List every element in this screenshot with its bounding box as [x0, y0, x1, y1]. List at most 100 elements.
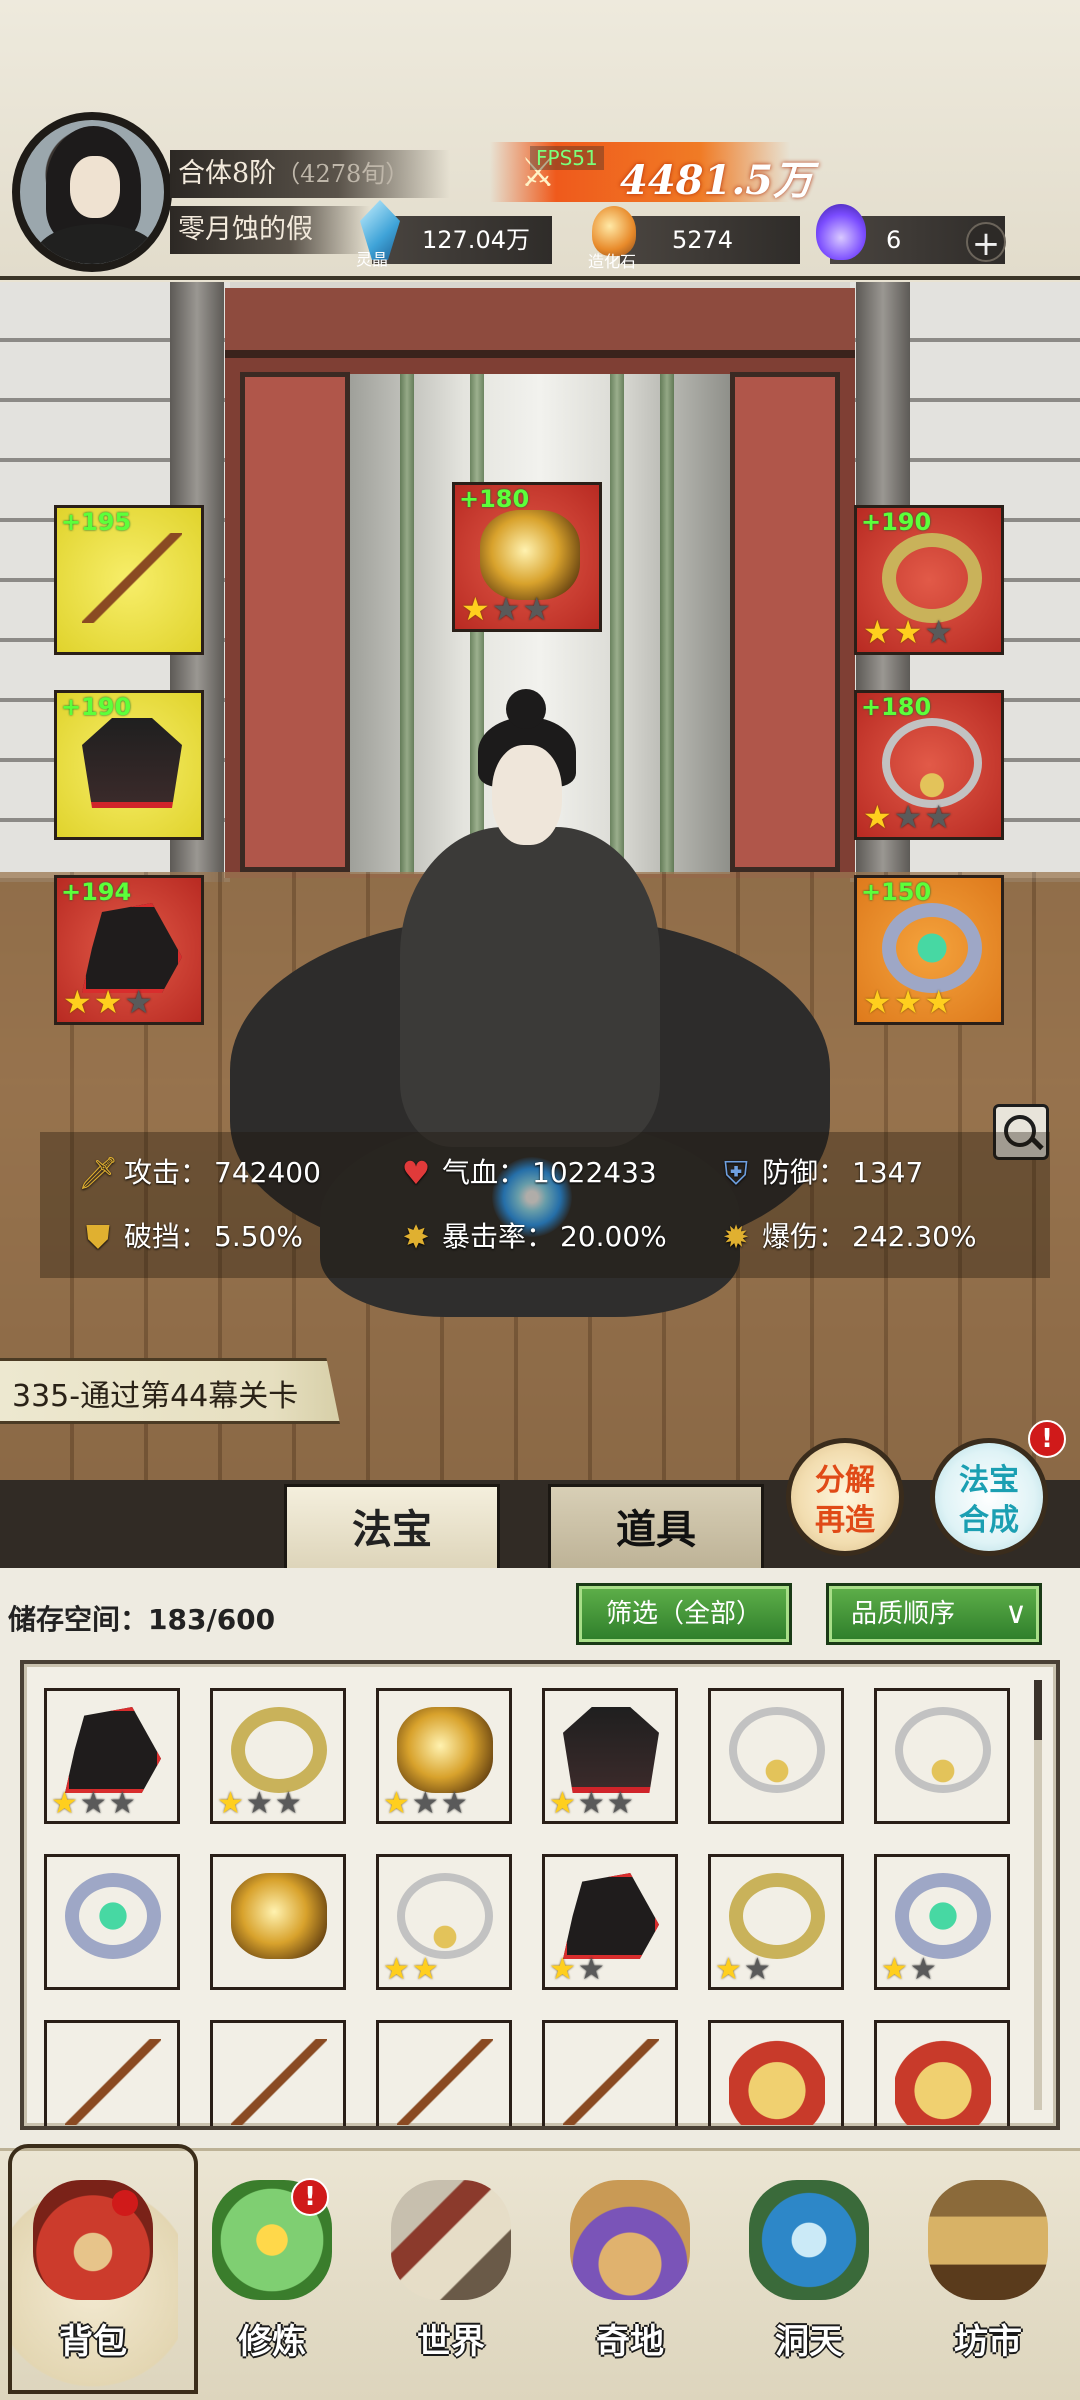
shield-icon: ⛨	[723, 1154, 748, 1192]
player-avatar[interactable]	[12, 112, 172, 272]
star-empty-icon: ★	[909, 1952, 937, 1987]
equip-slot-left-3[interactable]: +194 ★ ★ ★	[54, 875, 204, 1025]
nav-label: 坊市	[954, 2322, 1022, 2362]
star-empty-icon: ★	[491, 590, 521, 628]
equip-slot-left-1[interactable]: +195	[54, 505, 204, 655]
star-rating: ★ ★	[715, 1955, 771, 1985]
synth-line1: 法宝	[959, 1463, 1019, 1498]
storage-value: 183/600	[148, 1603, 276, 1636]
stat-hp: ♥ 气血： 1022433	[396, 1147, 657, 1199]
filter-button[interactable]: 筛选（全部）	[576, 1583, 792, 1645]
star-filled-icon: ★	[893, 613, 923, 651]
bag-notification-dot	[112, 2190, 138, 2216]
stat-crit-rate-value: 20.00%	[560, 1220, 667, 1253]
sword-icon	[231, 2039, 327, 2125]
crit-icon: ✸	[402, 1218, 430, 1256]
gem-ring-icon	[882, 903, 982, 993]
inventory-item[interactable]	[376, 2020, 512, 2126]
tab-fabao[interactable]: 法宝	[284, 1484, 500, 1570]
inventory-item[interactable]: ★ ★ ★	[44, 1688, 180, 1824]
star-empty-icon: ★	[274, 1786, 302, 1821]
nav-item-scroll[interactable]: 世界	[366, 2160, 536, 2390]
star-empty-icon: ★	[924, 613, 954, 651]
shop-icon	[928, 2180, 1048, 2300]
equip-slot-left-2[interactable]: +190	[54, 690, 204, 840]
nav-item-portal[interactable]: 洞天	[724, 2160, 894, 2390]
star-empty-icon: ★	[893, 798, 923, 836]
sort-dropdown[interactable]: 品质顺序 ∨	[826, 1583, 1042, 1645]
inventory-item[interactable]: ★ ★	[874, 1854, 1010, 1990]
star-filled-icon: ★	[63, 983, 92, 1021]
enhance-bonus: +180	[861, 693, 932, 721]
nav-label: 洞天	[775, 2322, 843, 2362]
dragon-charm-icon	[231, 1873, 327, 1959]
sword-icon: 🗡	[78, 1154, 119, 1192]
inventory-item[interactable]: ★ ★ ★	[542, 1688, 678, 1824]
inventory-item[interactable]	[874, 1688, 1010, 1824]
robe-icon	[563, 1707, 659, 1793]
crystal-label: 灵晶	[356, 250, 389, 269]
storage-capacity: 储存空间：183/600	[8, 1598, 275, 1638]
stat-break-value: 5.50%	[214, 1220, 303, 1253]
resource-zaohuashi: 5274	[620, 216, 800, 264]
inventory-item[interactable]	[708, 2020, 844, 2126]
equip-slot-center[interactable]: +180 ★ ★ ★	[452, 482, 602, 632]
nav-item-shop[interactable]: 坊市	[903, 2160, 1073, 2390]
stat-hp-label: 气血：	[442, 1156, 527, 1189]
inventory-item[interactable]	[44, 1854, 180, 1990]
inventory-item[interactable]	[210, 2020, 346, 2126]
nav-item-lotus[interactable]: 修炼!	[187, 2160, 357, 2390]
star-empty-icon: ★	[577, 1786, 605, 1821]
equip-slot-right-2[interactable]: +180 ★ ★ ★	[854, 690, 1004, 840]
stat-crit-rate: ✸ 暴击率： 20.00%	[396, 1211, 667, 1263]
sword-icon	[65, 2039, 161, 2125]
chevron-down-icon: ∨	[1005, 1596, 1027, 1631]
nav-label: 修炼	[238, 2322, 306, 2362]
equip-slot-right-3[interactable]: +150 ★ ★ ★	[854, 875, 1004, 1025]
inventory-scrollbar[interactable]	[1034, 1680, 1042, 2110]
star-empty-icon: ★	[245, 1786, 273, 1821]
inventory-item[interactable]: ★ ★	[708, 1854, 844, 1990]
enhance-bonus: +190	[861, 508, 932, 536]
nav-item-temple[interactable]: 奇地	[545, 2160, 715, 2390]
tab-daoju[interactable]: 道具	[548, 1484, 764, 1570]
quest-banner[interactable]: 335-通过第44幕关卡	[0, 1358, 340, 1424]
decompose-button[interactable]: 分解 再造	[786, 1438, 904, 1556]
add-resource-button[interactable]: +	[966, 222, 1006, 264]
inventory-item[interactable]: ★ ★ ★	[210, 1688, 346, 1824]
quest-text: 335-通过第44幕关卡	[12, 1379, 299, 1414]
portal-icon	[749, 2180, 869, 2300]
scroll-icon	[391, 2180, 511, 2300]
star-empty-icon: ★	[522, 590, 552, 628]
inventory-item[interactable]	[874, 2020, 1010, 2126]
stat-crit-damage: ✹ 爆伤： 242.30%	[716, 1211, 977, 1263]
hero-face	[492, 745, 562, 845]
star-filled-icon: ★	[715, 1952, 742, 1987]
star-rating: ★ ★ ★	[217, 1789, 302, 1819]
star-rating: ★ ★ ★	[383, 1789, 468, 1819]
avatar-face	[70, 156, 120, 218]
inventory-item[interactable]: ★ ★	[542, 1854, 678, 1990]
boots-icon	[65, 1707, 161, 1793]
decompose-line1: 分解	[815, 1463, 875, 1498]
star-rating: ★ ★	[881, 1955, 937, 1985]
temple-icon	[570, 2180, 690, 2300]
star-empty-icon: ★	[577, 1952, 605, 1987]
equip-slot-right-1[interactable]: +190 ★ ★ ★	[854, 505, 1004, 655]
star-filled-icon: ★	[383, 1786, 410, 1821]
inventory-item[interactable]	[44, 2020, 180, 2126]
inventory-item[interactable]: ★ ★ ★	[376, 1688, 512, 1824]
star-empty-icon: ★	[411, 1786, 439, 1821]
nav-alert-badge: !	[291, 2178, 329, 2216]
inventory-item[interactable]: ★ ★	[376, 1854, 512, 1990]
inventory-item[interactable]	[210, 1854, 346, 1990]
star-empty-icon: ★	[79, 1786, 107, 1821]
inventory-item[interactable]	[542, 2020, 678, 2126]
ore-label: 造化石	[588, 252, 637, 271]
inventory-item[interactable]	[708, 1688, 844, 1824]
broken-shield-icon: ⛊	[85, 1218, 110, 1256]
synthesize-button[interactable]: 法宝 合成	[930, 1438, 1048, 1556]
star-empty-icon: ★	[606, 1786, 634, 1821]
stat-defense: ⛨ 防御： 1347	[716, 1147, 923, 1199]
nav-item-bag[interactable]: 背包	[8, 2144, 198, 2394]
